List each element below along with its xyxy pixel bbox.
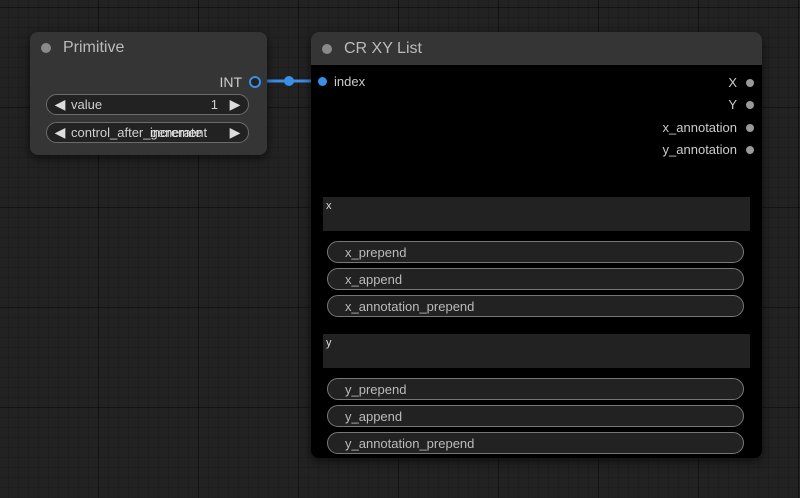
x-textarea-content: x [326,200,332,212]
collapse-dot-icon[interactable] [41,43,51,53]
output-dot-icon[interactable] [746,78,754,87]
x-append-label: x_append [345,271,403,287]
x-textarea[interactable]: x [323,197,750,231]
increment-arrow-icon[interactable]: ▶ [226,96,244,113]
x-annotation-prepend-label: x_annotation_prepend [345,298,475,314]
output-label-x-annotation: x_annotation [662,120,737,135]
x-append-field[interactable]: x_append [327,268,744,290]
primitive-node[interactable]: Primitive INT ◀ value 1 ▶ ◀ control_afte… [30,32,267,155]
x-prepend-label: x_prepend [345,244,407,260]
y-append-field[interactable]: y_append [327,405,744,427]
output-dot-icon[interactable] [249,76,261,88]
y-append-label: y_append [345,408,403,424]
y-textarea-content: y [326,337,332,349]
y-annotation-prepend-label: y_annotation_prepend [345,435,475,451]
x-annotation-prepend-field[interactable]: x_annotation_prepend [327,295,744,317]
cr-xy-list-header[interactable]: CR XY List [311,32,762,65]
collapse-dot-icon[interactable] [322,43,332,54]
cr-xy-list-title: CR XY List [344,39,422,57]
output-label-int: INT [219,74,242,90]
y-prepend-label: y_prepend [345,381,407,397]
output-slot-y-annotation[interactable]: y_annotation [663,142,754,157]
input-label-index: index [334,74,366,89]
primitive-node-header[interactable]: Primitive [30,32,267,64]
y-textarea[interactable]: y [323,334,750,368]
y-annotation-prepend-field[interactable]: y_annotation_prepend [327,432,744,454]
control-after-generate-widget[interactable]: ◀ control_after_generate increment ▶ [46,122,249,143]
output-dot-icon[interactable] [746,145,754,154]
output-slot-y[interactable]: Y [728,97,754,112]
output-slot-x-annotation[interactable]: x_annotation [663,120,754,135]
next-option-arrow-icon[interactable]: ▶ [226,124,244,141]
value-widget[interactable]: ◀ value 1 ▶ [46,94,249,115]
x-prepend-field[interactable]: x_prepend [327,241,744,263]
prev-option-arrow-icon[interactable]: ◀ [51,124,69,141]
output-label-y-annotation: y_annotation [662,142,737,157]
input-dot-icon[interactable] [318,77,327,86]
output-slot-int[interactable]: INT [219,74,261,90]
decrement-arrow-icon[interactable]: ◀ [51,96,69,113]
output-label-y: Y [728,97,737,112]
output-slot-x[interactable]: X [728,75,754,90]
control-after-generate-value: increment [150,125,208,140]
output-dot-icon[interactable] [746,123,754,132]
output-dot-icon[interactable] [746,100,754,109]
input-slot-index[interactable]: index [318,74,365,89]
primitive-node-title: Primitive [63,39,125,56]
output-label-x: X [728,75,737,90]
y-prepend-field[interactable]: y_prepend [327,378,744,400]
value-number: 1 [210,97,218,112]
value-label: value [71,97,103,112]
